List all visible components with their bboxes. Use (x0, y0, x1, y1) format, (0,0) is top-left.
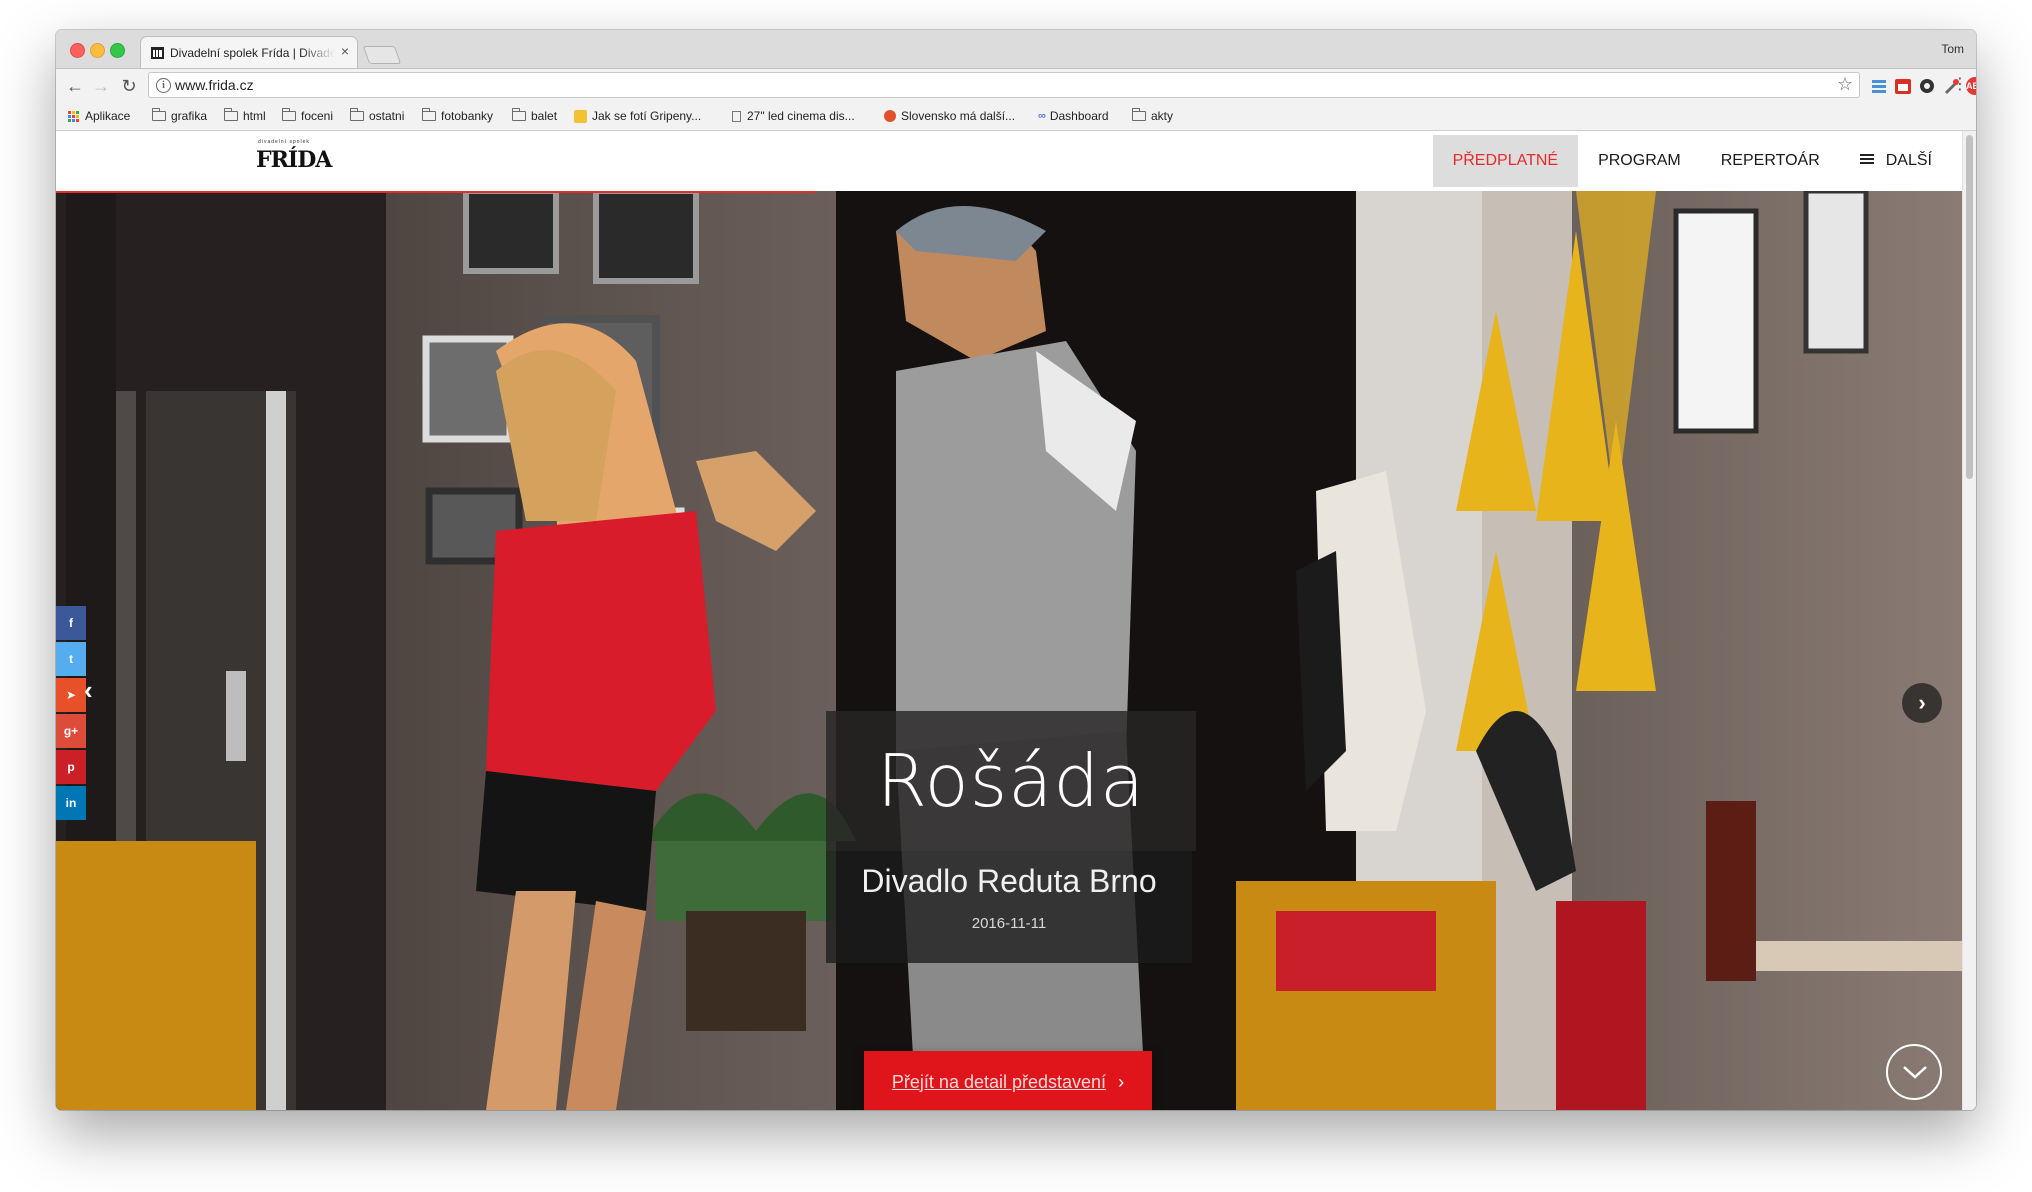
site-logo[interactable]: divadelní spolek FRÍDA (256, 139, 332, 185)
bookmark-label: Dashboard (1049, 109, 1109, 123)
bookmark-grafika[interactable]: grafika (152, 108, 208, 123)
show-detail-label: Přejít na detail představení (891, 1071, 1107, 1092)
nav-program[interactable]: PROGRAM (1578, 135, 1701, 187)
tab-close-icon[interactable]: × (341, 43, 349, 59)
bookmark-balet[interactable]: balet (512, 108, 558, 123)
hero-photo (56, 191, 1962, 1110)
hero-date: 2016-11-11 (971, 915, 1047, 932)
bookmark-slovensko[interactable]: Slovensko má další... (884, 109, 1015, 123)
bookmark-ostatni[interactable]: ostatni (350, 108, 405, 123)
nav-dalsi-label: DALŠÍ (1885, 152, 1932, 169)
browser-toolbar: ← → ↻ i www.frida.cz ☆ ABP ⋮ (56, 69, 1976, 103)
slider-next-arrow-icon[interactable]: › (1902, 683, 1942, 723)
bookmark-cinema-display[interactable]: 27" led cinema dis... (732, 109, 855, 123)
scrollbar-thumb[interactable] (1966, 135, 1973, 479)
show-detail-button[interactable]: Přejít na detail představení › (864, 1051, 1152, 1110)
profile-name[interactable]: Tom (1941, 42, 1964, 56)
bookmark-label: grafika (171, 109, 208, 123)
bookmark-label: 27" led cinema dis... (747, 109, 855, 123)
page-viewport: divadelní spolek FRÍDA PŘEDPLATNÉ PROGRA… (56, 131, 1962, 1110)
reload-icon[interactable]: ↻ (118, 75, 140, 97)
hamburger-icon (1859, 154, 1874, 165)
hero-subtitle-box: Divadlo Reduta Brno 2016-11-11 (826, 851, 1192, 963)
scroll-down-button[interactable] (1886, 1044, 1942, 1100)
calendar-icon[interactable] (1894, 77, 1912, 95)
nav-repertoar[interactable]: REPERTOÁR (1701, 135, 1840, 187)
hero-accent-line (56, 191, 816, 193)
bookmark-aplikace[interactable]: Aplikace (68, 109, 130, 123)
bookmark-html[interactable]: html (224, 108, 266, 123)
bookmark-label: html (243, 109, 266, 123)
folder-icon (422, 108, 436, 121)
folder-icon (152, 108, 166, 121)
bookmark-label: Slovensko má další... (901, 109, 1016, 123)
bookmark-label: Jak se fotí Gripeny... (592, 109, 702, 123)
slider-prev-arrow-icon[interactable]: ‹ (84, 675, 93, 706)
new-tab-button[interactable] (362, 46, 402, 64)
bookmark-foceni[interactable]: foceni (282, 108, 334, 123)
back-arrow-icon[interactable]: ← (64, 75, 86, 97)
folder-icon (282, 108, 296, 121)
hero-slider: f t ➤ g+ p in ‹ › Rošáda Divadlo Reduta … (56, 191, 1962, 1110)
page-scrollbar[interactable] (1962, 131, 1976, 1110)
favicon-icon (151, 47, 164, 59)
menu-dots-icon[interactable]: ⋮ (1952, 75, 1968, 95)
folder-icon (1132, 108, 1146, 121)
site-header: divadelní spolek FRÍDA PŘEDPLATNÉ PROGRA… (56, 131, 1962, 191)
bookmarks-bar: Aplikace grafika html foceni ostatni fot… (56, 103, 1976, 131)
apps-icon (68, 110, 79, 122)
browser-tab[interactable]: Divadelní spolek Frída | Divadelní spole… (140, 36, 358, 68)
google-plus-icon[interactable]: g+ (56, 714, 86, 748)
folder-icon (512, 108, 526, 121)
bookmark-label: ostatni (369, 109, 405, 123)
pinterest-icon[interactable]: p (56, 750, 86, 784)
hero-venue: Divadlo Reduta Brno (861, 863, 1157, 899)
bookmark-label: balet (531, 109, 558, 123)
bookmark-akty[interactable]: akty (1132, 108, 1174, 123)
bookmark-label: akty (1151, 109, 1174, 123)
bookmark-label: fotobanky (441, 109, 494, 123)
folder-icon (350, 108, 364, 121)
info-icon[interactable]: i (156, 78, 171, 93)
browser-window: Divadelní spolek Frída | Divadelní spole… (56, 30, 1976, 1110)
bookmark-fotobanky[interactable]: fotobanky (422, 108, 494, 123)
bookmark-label: Aplikace (85, 109, 131, 123)
favicon-yellow-icon (574, 109, 587, 123)
folder-icon (224, 108, 238, 121)
nav-predplatne[interactable]: PŘEDPLATNÉ (1432, 135, 1579, 187)
url-text[interactable]: www.frida.cz (175, 77, 254, 93)
settings-icon[interactable] (1918, 77, 1936, 95)
facebook-icon[interactable]: f (56, 606, 86, 640)
nav-dalsi[interactable]: DALŠÍ (1840, 135, 1952, 187)
bookmark-label: foceni (301, 109, 334, 123)
address-bar[interactable]: i www.frida.cz ☆ (148, 72, 1860, 98)
twitter-icon[interactable]: t (56, 642, 86, 676)
window-maximize-button[interactable] (110, 43, 125, 58)
telegram-icon[interactable]: ➤ (56, 678, 86, 712)
favicon-blue-icon: ∞ (1038, 110, 1046, 122)
hero-title-box: Rošáda (826, 711, 1196, 851)
window-close-button[interactable] (70, 43, 85, 58)
logo-text: FRÍDA (256, 147, 332, 173)
bookmark-gripeny[interactable]: Jak se fotí Gripeny... (574, 109, 701, 123)
tab-title-fade (301, 41, 335, 63)
chevron-down-icon (1903, 1066, 1927, 1079)
star-icon[interactable]: ☆ (1837, 74, 1853, 95)
hero-title: Rošáda (876, 739, 1146, 823)
page-icon (732, 110, 741, 122)
layers-icon[interactable] (1870, 77, 1888, 95)
main-nav: PŘEDPLATNÉ PROGRAM REPERTOÁR DALŠÍ (1432, 131, 1952, 191)
window-minimize-button[interactable] (90, 43, 105, 58)
bookmark-dashboard[interactable]: ∞ Dashboard (1038, 109, 1109, 123)
chevron-right-icon: › (1118, 1071, 1125, 1092)
social-share-bar: f t ➤ g+ p in (56, 606, 86, 822)
linkedin-icon[interactable]: in (56, 786, 86, 820)
favicon-red-icon (884, 110, 896, 122)
tab-bar: Divadelní spolek Frída | Divadelní spole… (56, 30, 1976, 69)
forward-arrow-icon[interactable]: → (90, 75, 112, 97)
